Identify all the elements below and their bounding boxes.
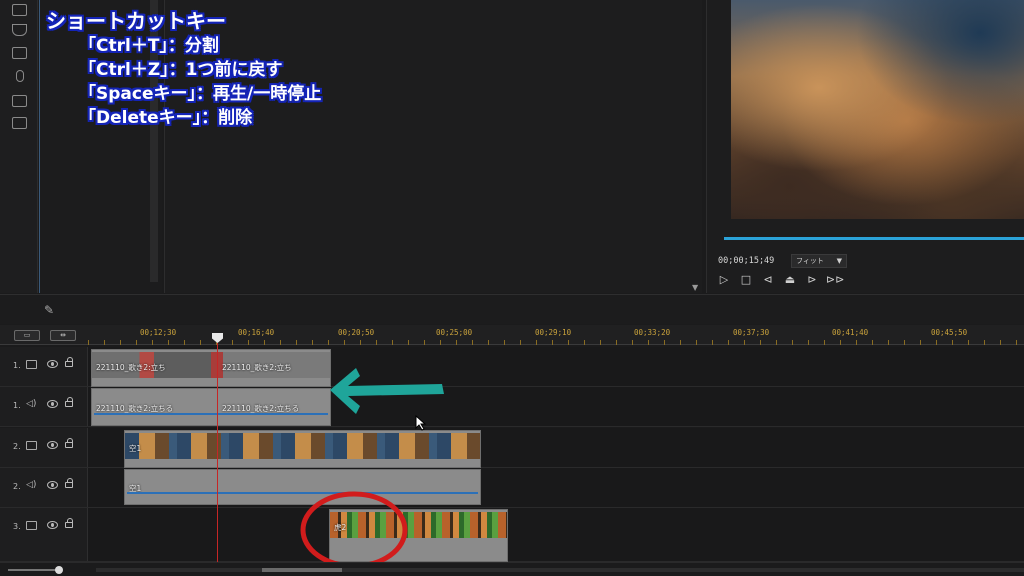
track-number: 2. bbox=[13, 442, 21, 451]
ruler-label: 00;41;40 bbox=[832, 328, 869, 337]
track-view-icon[interactable]: ▭ bbox=[14, 330, 40, 341]
track-header: 3. bbox=[0, 508, 88, 561]
ruler-ticks bbox=[88, 340, 1024, 345]
microphone-icon[interactable] bbox=[16, 70, 24, 82]
clip-thumbnails bbox=[125, 433, 480, 459]
track-header: 1. ◁) bbox=[0, 387, 88, 426]
shortcut-play-pause: 「Spaceキー」：再生/一時停止 bbox=[79, 84, 322, 104]
track-header: 2. bbox=[0, 428, 88, 467]
scroll-down-icon[interactable]: ▼ bbox=[692, 283, 698, 292]
ruler-label: 00;20;50 bbox=[338, 328, 375, 337]
zoom-slider-knob[interactable] bbox=[55, 566, 63, 574]
stop-icon[interactable]: □ bbox=[738, 272, 754, 288]
chevron-down-icon: ▼ bbox=[836, 257, 842, 265]
lock-icon[interactable] bbox=[65, 518, 73, 528]
timeline-tool-row: ✎ bbox=[0, 294, 1024, 324]
shortcut-overlay: ショートカットキー 「Ctrl＋T」：分割 「Ctrl＋Z」：1つ前に戻す 「S… bbox=[46, 8, 321, 130]
annotation-arrow bbox=[330, 368, 444, 414]
ruler-label: 00;12;30 bbox=[140, 328, 177, 337]
clip-name: 空1 bbox=[129, 444, 142, 453]
clip-name: 221110_歌き2:立ち bbox=[96, 363, 166, 372]
ruler-label: 00;29;10 bbox=[535, 328, 572, 337]
video-clip[interactable]: 空1 bbox=[124, 430, 481, 468]
speaker-icon[interactable]: ◁) bbox=[26, 400, 37, 409]
zoom-fit-label: フィット bbox=[796, 257, 824, 265]
video-track-icon[interactable] bbox=[26, 441, 37, 450]
playhead-line bbox=[217, 343, 218, 563]
playback-controls: ▷ □ ⊲ ⏏ ⊳ ⊳⊳ bbox=[716, 272, 845, 290]
preview-progress-bar[interactable] bbox=[724, 237, 1024, 240]
fast-forward-icon[interactable]: ⊳⊳ bbox=[826, 272, 844, 288]
lock-icon[interactable] bbox=[65, 357, 73, 367]
zoom-fit-select[interactable]: フィット ▼ bbox=[791, 254, 847, 268]
eye-icon[interactable] bbox=[47, 441, 58, 449]
speaker-icon[interactable]: ◁) bbox=[26, 481, 37, 490]
media-room-icon[interactable] bbox=[12, 4, 27, 16]
content-scrollbar[interactable]: ▼ bbox=[692, 0, 700, 292]
track-header: 1. bbox=[0, 347, 88, 386]
track-3-video: 3. bbox=[0, 508, 1024, 562]
audio-clip[interactable]: 221110_歌き2:立ちる 221110_歌き2:立ちる bbox=[91, 388, 331, 426]
chapter-icon[interactable] bbox=[12, 117, 27, 129]
lock-icon[interactable] bbox=[65, 438, 73, 448]
track-number: 1. bbox=[13, 361, 21, 370]
editor-window: ▼ ショートカットキー 「Ctrl＋T」：分割 「Ctrl＋Z」：1つ前に戻す … bbox=[0, 0, 1024, 576]
eye-icon[interactable] bbox=[47, 400, 58, 408]
fit-timeline-icon[interactable]: ⇹ bbox=[50, 330, 76, 341]
ruler-label: 00;45;50 bbox=[931, 328, 968, 337]
shortcut-title: ショートカットキー bbox=[46, 9, 226, 33]
timeline-ruler[interactable]: 00;12;30 00;16;40 00;20;50 00;25;00 00;2… bbox=[88, 325, 1024, 345]
clip-name: 221110_歌き2:立ち bbox=[222, 363, 292, 372]
play-icon[interactable]: ▷ bbox=[716, 272, 732, 288]
zoom-slider[interactable] bbox=[8, 569, 60, 571]
lock-icon[interactable] bbox=[65, 397, 73, 407]
track-header: 2. ◁) bbox=[0, 468, 88, 507]
shortcut-delete: 「Deleteキー」：削除 bbox=[79, 108, 253, 128]
eye-icon[interactable] bbox=[47, 360, 58, 368]
video-clip[interactable]: 221110_歌き2:立ち 221110_歌き2:立ち bbox=[91, 349, 331, 387]
ruler-label: 00;16;40 bbox=[238, 328, 275, 337]
video-track-icon[interactable] bbox=[26, 521, 37, 530]
video-track-icon[interactable] bbox=[26, 360, 37, 369]
prev-frame-icon[interactable]: ⊲ bbox=[760, 272, 776, 288]
track-number: 2. bbox=[13, 482, 21, 491]
lock-icon[interactable] bbox=[65, 478, 73, 488]
track-number: 1. bbox=[13, 401, 21, 410]
track-number: 3. bbox=[13, 522, 21, 531]
shortcut-split: 「Ctrl＋T」：分割 bbox=[79, 36, 219, 56]
timeline-scrollbar-thumb[interactable] bbox=[262, 568, 342, 572]
ruler-label: 00;33;20 bbox=[634, 328, 671, 337]
next-frame-icon[interactable]: ⊳ bbox=[804, 272, 820, 288]
shortcut-undo: 「Ctrl＋Z」：1つ前に戻す bbox=[79, 60, 283, 80]
timeline-bottom-bar bbox=[0, 562, 1024, 576]
annotation-circle bbox=[300, 491, 408, 569]
timeline-scrollbar[interactable] bbox=[96, 568, 1024, 572]
eye-icon[interactable] bbox=[47, 521, 58, 529]
snapshot-icon[interactable]: ⏏ bbox=[782, 272, 798, 288]
pip-icon[interactable] bbox=[12, 47, 27, 59]
audio-waveform bbox=[94, 413, 328, 415]
mouse-cursor-icon bbox=[415, 415, 427, 431]
left-toolbar bbox=[0, 0, 38, 293]
timecode-display[interactable]: 00;00;15;49 bbox=[718, 254, 788, 269]
pen-icon[interactable]: ✎ bbox=[44, 303, 60, 317]
ruler-label: 00;25;00 bbox=[436, 328, 473, 337]
effects-icon[interactable] bbox=[12, 24, 27, 36]
eye-icon[interactable] bbox=[47, 481, 58, 489]
subtitle-icon[interactable] bbox=[12, 95, 27, 107]
ruler-label: 00;37;30 bbox=[733, 328, 770, 337]
preview-video bbox=[731, 0, 1024, 219]
